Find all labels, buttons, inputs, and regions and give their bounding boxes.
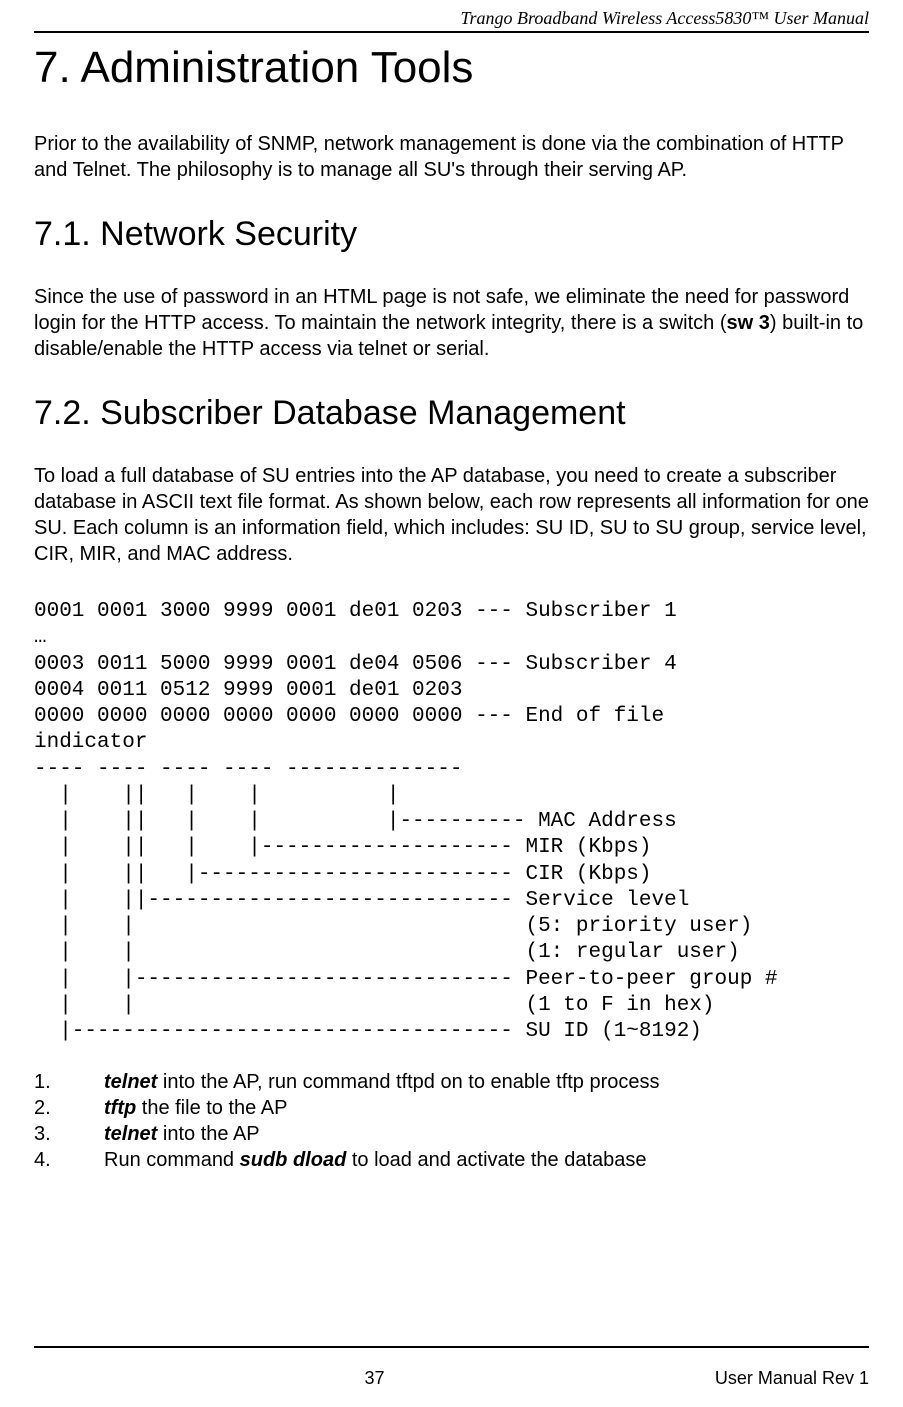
section-7-1-heading: 7.1. Network Security (34, 215, 869, 254)
footer: 37 User Manual Rev 1 (34, 1346, 869, 1389)
step-text: tftp the file to the AP (104, 1095, 869, 1121)
footer-rule (34, 1346, 869, 1348)
step-num: 2. (34, 1095, 104, 1121)
steps-list: 1. telnet into the AP, run command tftpd… (34, 1069, 869, 1173)
step-text: telnet into the AP (104, 1121, 869, 1147)
step-row: 3. telnet into the AP (34, 1121, 869, 1147)
step-post: into the AP (157, 1123, 259, 1145)
step-pre: Run command (104, 1149, 240, 1171)
step-text: Run command sudb dload to load and activ… (104, 1147, 869, 1173)
step-post: into the AP, run command tftpd on to ena… (157, 1071, 659, 1093)
chapter-heading: 7. Administration Tools (34, 43, 869, 93)
network-security-paragraph: Since the use of password in an HTML pag… (34, 284, 869, 362)
step-post: to load and activate the database (346, 1149, 646, 1171)
step-row: 4. Run command sudb dload to load and ac… (34, 1147, 869, 1173)
subscriber-db-paragraph: To load a full database of SU entries in… (34, 463, 869, 567)
ascii-database-format: 0001 0001 3000 9999 0001 de01 0203 --- S… (34, 599, 869, 1045)
step-post: the file to the AP (136, 1097, 287, 1119)
step-bold: telnet (104, 1123, 157, 1145)
header-title: Trango Broadband Wireless Access5830™ Us… (34, 0, 869, 29)
step-bold: sudb dload (240, 1149, 347, 1171)
step-num: 3. (34, 1121, 104, 1147)
section-7-2-heading: 7.2. Subscriber Database Management (34, 394, 869, 433)
step-row: 2. tftp the file to the AP (34, 1095, 869, 1121)
step-row: 1. telnet into the AP, run command tftpd… (34, 1069, 869, 1095)
step-bold: tftp (104, 1097, 136, 1119)
intro-paragraph: Prior to the availability of SNMP, netwo… (34, 131, 869, 183)
step-text: telnet into the AP, run command tftpd on… (104, 1069, 869, 1095)
footer-rev: User Manual Rev 1 (715, 1368, 869, 1389)
step-num: 4. (34, 1147, 104, 1173)
page-number: 37 (34, 1368, 715, 1389)
sw3-bold: sw 3 (727, 312, 770, 334)
step-bold: telnet (104, 1071, 157, 1093)
step-num: 1. (34, 1069, 104, 1095)
header-rule (34, 31, 869, 33)
